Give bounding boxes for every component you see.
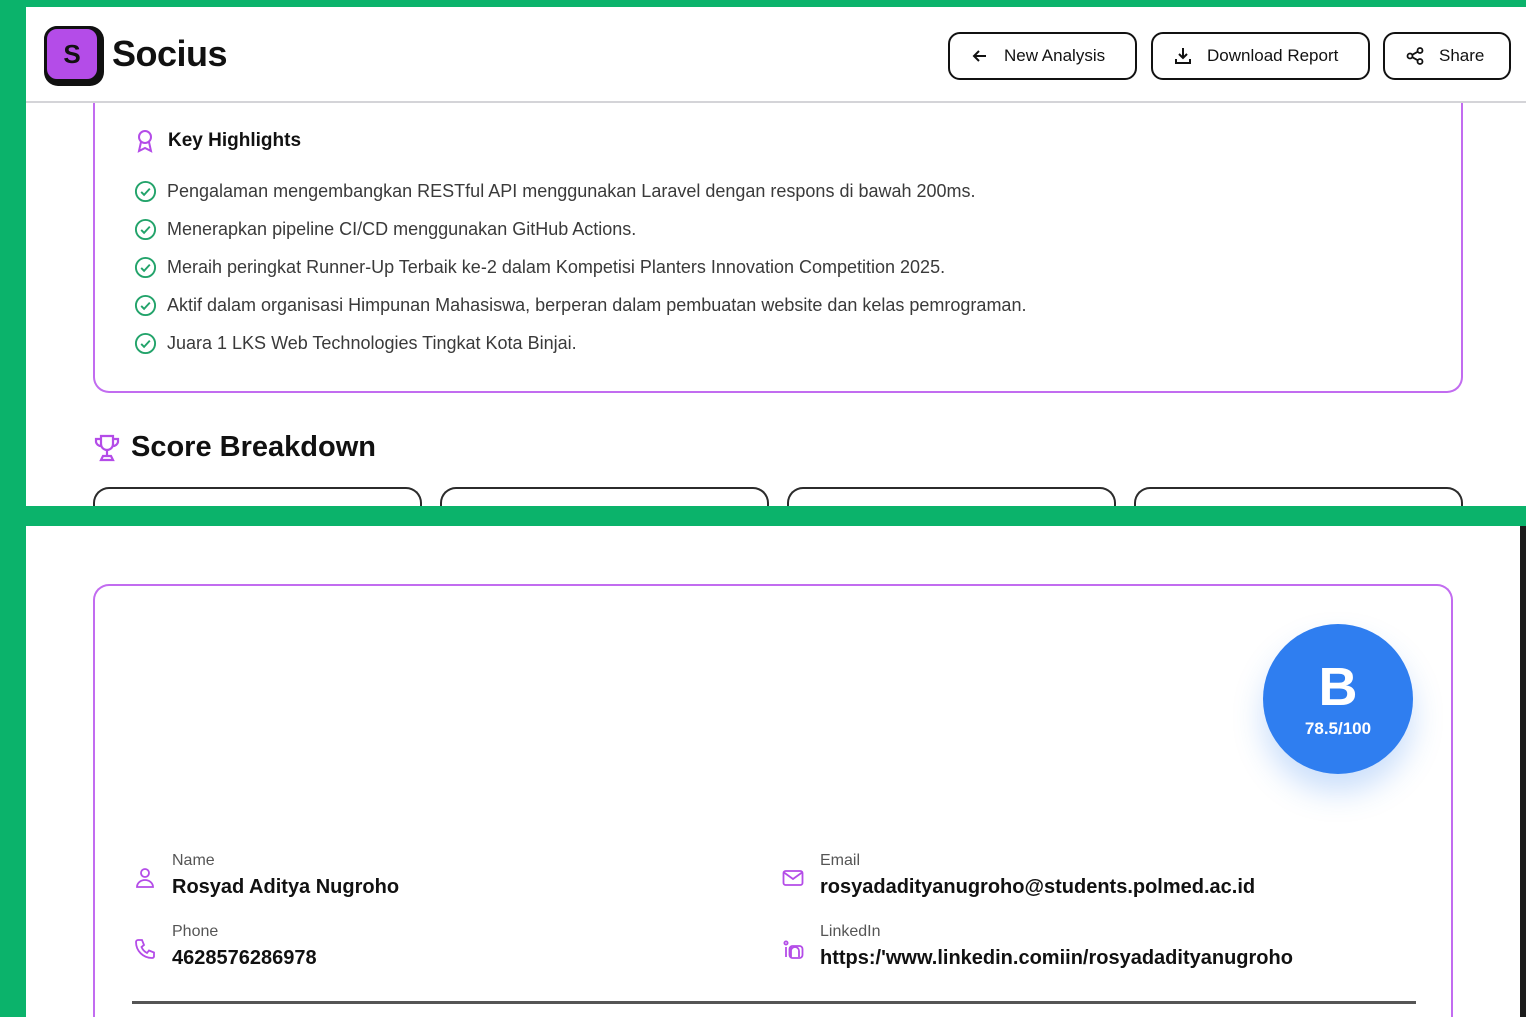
check-circle-icon bbox=[134, 256, 157, 278]
grade-score: 78.5/100 bbox=[1304, 719, 1372, 738]
name-label: Name bbox=[172, 852, 215, 869]
linkedin-label: LinkedIn bbox=[820, 923, 881, 940]
download-icon bbox=[1175, 48, 1191, 64]
highlight-text: Aktif dalam organisasi Himpunan Mahasisw… bbox=[167, 294, 1027, 315]
score-card bbox=[93, 487, 422, 506]
name-field: Name Rosyad Aditya Nugroho bbox=[134, 852, 399, 899]
highlights-list: Pengalaman mengembangkan RESTful API men… bbox=[134, 172, 1026, 362]
linkedin-field: LinkedIn https:/'www.linkedin.comiin/ros… bbox=[782, 923, 1293, 970]
key-highlights-title: Key Highlights bbox=[168, 130, 302, 151]
email-field: Email rosyadadityanugroho@students.polme… bbox=[782, 852, 1255, 899]
phone-field: Phone 4628576286978 bbox=[134, 923, 317, 970]
window-edge bbox=[1520, 526, 1526, 1017]
score-card bbox=[440, 487, 769, 506]
list-item: Meraih peringkat Runner-Up Terbaik ke-2 … bbox=[134, 248, 1026, 286]
list-item: Menerapkan pipeline CI/CD menggunakan Gi… bbox=[134, 210, 1026, 248]
download-report-label: Download Report bbox=[1207, 46, 1339, 65]
phone-icon bbox=[135, 939, 155, 959]
app-name: Socius bbox=[112, 33, 228, 74]
highlight-text: Menerapkan pipeline CI/CD menggunakan Gi… bbox=[167, 218, 637, 239]
new-analysis-button[interactable]: New Analysis bbox=[948, 32, 1137, 80]
highlight-text: Juara 1 LKS Web Technologies Tingkat Kot… bbox=[167, 332, 577, 353]
new-analysis-label: New Analysis bbox=[1004, 46, 1106, 65]
score-breakdown-title: Score Breakdown bbox=[131, 431, 376, 463]
check-circle-icon bbox=[134, 218, 157, 240]
logo-letter: S bbox=[44, 26, 100, 82]
list-item: Juara 1 LKS Web Technologies Tingkat Kot… bbox=[134, 324, 1026, 362]
name-value: Rosyad Aditya Nugroho bbox=[172, 876, 400, 898]
list-item: Pengalaman mengembangkan RESTful API men… bbox=[134, 172, 1026, 210]
email-value: rosyadadityanugroho@students.polmed.ac.i… bbox=[820, 876, 1256, 898]
share-label: Share bbox=[1439, 46, 1485, 65]
phone-label: Phone bbox=[172, 923, 219, 940]
key-highlights-heading: Key Highlights bbox=[134, 129, 301, 153]
share-icon bbox=[1406, 47, 1424, 65]
score-card bbox=[1134, 487, 1463, 506]
trophy-icon bbox=[94, 434, 120, 461]
grade-badge: B 78.5/100 bbox=[1263, 624, 1413, 774]
phone-value: 4628576286978 bbox=[172, 947, 317, 969]
email-label: Email bbox=[820, 852, 861, 869]
highlight-text: Meraih peringkat Runner-Up Terbaik ke-2 … bbox=[167, 256, 946, 277]
header-bar: S Socius New Analysis Download Report Sh… bbox=[26, 7, 1526, 103]
top-screenshot-panel: Key Highlights Pengalaman mengembangkan … bbox=[26, 7, 1526, 506]
divider bbox=[132, 1001, 1416, 1004]
list-item: Aktif dalam organisasi Himpunan Mahasisw… bbox=[134, 286, 1026, 324]
check-circle-icon bbox=[134, 294, 157, 316]
bottom-screenshot-panel: B 78.5/100 Name Rosyad Aditya Nugroho Ph… bbox=[26, 526, 1520, 1017]
share-button[interactable]: Share bbox=[1383, 32, 1511, 80]
award-icon bbox=[137, 130, 153, 153]
grade-letter: B bbox=[1318, 657, 1358, 717]
linkedin-icon bbox=[783, 940, 804, 959]
check-circle-icon bbox=[134, 180, 157, 202]
download-report-button[interactable]: Download Report bbox=[1151, 32, 1370, 80]
highlight-text: Pengalaman mengembangkan RESTful API men… bbox=[167, 180, 976, 201]
linkedin-value[interactable]: https:/'www.linkedin.comiin/rosyadaditya… bbox=[820, 947, 1293, 970]
score-breakdown-heading: Score Breakdown bbox=[93, 431, 376, 464]
mail-icon bbox=[782, 870, 804, 886]
score-card bbox=[787, 487, 1116, 506]
check-circle-icon bbox=[134, 332, 157, 354]
logo[interactable]: S bbox=[44, 26, 104, 86]
arrow-left-icon bbox=[972, 50, 986, 62]
user-icon bbox=[136, 868, 154, 888]
